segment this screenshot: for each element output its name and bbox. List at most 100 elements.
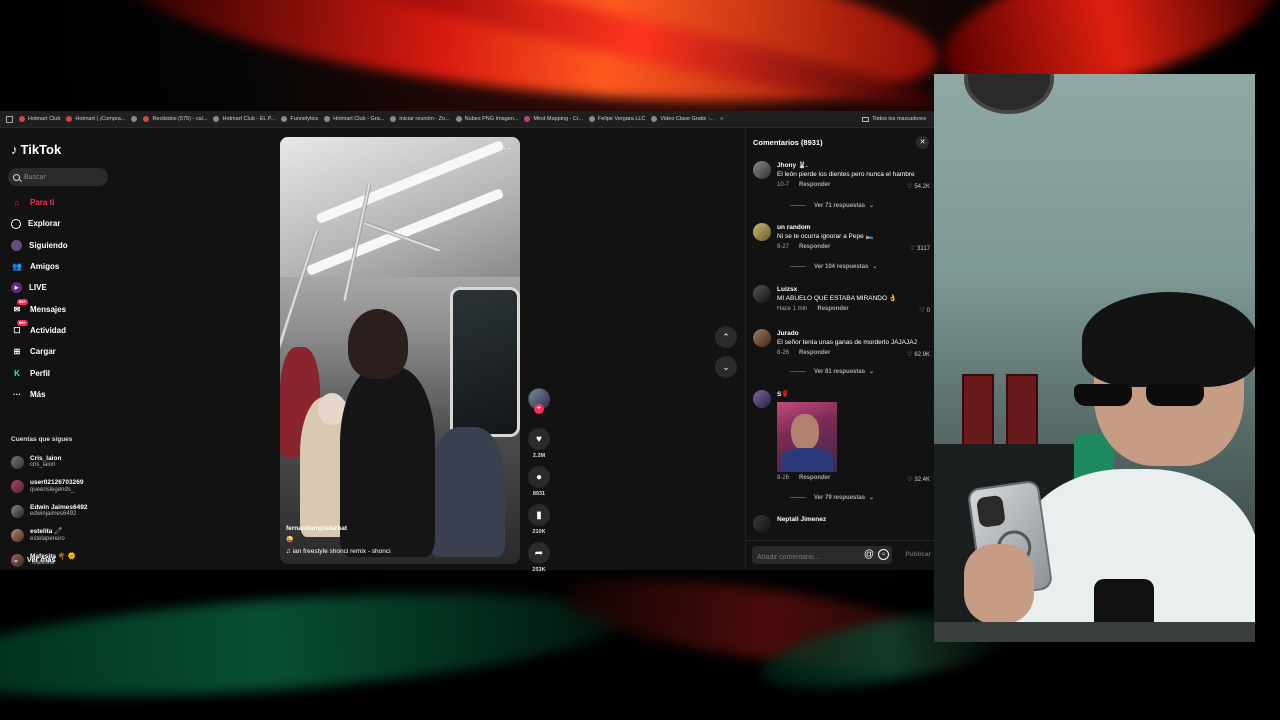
search-box[interactable] <box>8 168 108 186</box>
close-comments-button[interactable]: ✕ <box>916 136 929 149</box>
like-button[interactable]: ♥ <box>528 428 550 450</box>
hotmart-icon <box>66 116 73 122</box>
tiktok-logo[interactable]: ♪ TikTok <box>11 142 61 157</box>
avatar[interactable] <box>753 329 771 347</box>
nav-item-following[interactable]: Siguiendo <box>11 235 68 256</box>
compass-icon <box>11 218 21 229</box>
emoji-icon[interactable]: ☺ <box>878 549 889 560</box>
bookmark-10[interactable]: Felipe Vergara LLC <box>589 116 645 122</box>
share-count: 253K <box>532 567 546 573</box>
chevron-down-icon: ⌄ <box>869 495 875 501</box>
reply-button[interactable]: Responder <box>799 350 830 356</box>
nav-item-more[interactable]: ··· Más <box>11 384 68 405</box>
globe-icon <box>324 116 331 122</box>
avatar[interactable] <box>753 285 771 303</box>
mindmap-icon <box>524 116 531 122</box>
comment-like[interactable]: ♡ 54.2K <box>906 183 930 191</box>
comment-input-box[interactable]: @ ☺ <box>752 546 892 566</box>
bookmark-3[interactable]: Recibidos (575) - cal... <box>143 116 207 122</box>
bookmark-8[interactable]: Nubes PNG Imagen... <box>455 116 518 122</box>
browser-window: Hotmart Club Hotmart | ¡Compra... Recibi… <box>0 111 935 573</box>
all-bookmarks[interactable]: Todos los marcadores <box>862 116 934 122</box>
heart-outline-icon: ♡ <box>906 352 913 358</box>
next-video-button[interactable]: ⌄ <box>715 356 737 378</box>
comment-like[interactable]: ♡ 3117 <box>909 245 930 253</box>
avatar[interactable] <box>753 390 771 408</box>
nav-item-for-you[interactable]: ⌂ Para ti <box>11 192 68 213</box>
upload-icon: ⊞ <box>13 347 21 357</box>
save-count: 210K <box>532 529 546 535</box>
nav-item-explore[interactable]: Explorar <box>11 213 68 234</box>
bookmark-9[interactable]: Mind Mapping - Cr... <box>524 116 583 122</box>
view-replies[interactable]: Ver 104 respuestas ⌄ <box>790 263 877 271</box>
following-account[interactable]: estelita 🧷 estelapereiro <box>11 524 87 549</box>
comment-sticker-image[interactable] <box>777 402 837 472</box>
share-icon: ➦ <box>534 547 544 559</box>
following-account[interactable]: Edwin Jaimes6492 edwinjaimes6492 <box>11 499 87 524</box>
bookmark-6[interactable]: Hotmart Club - Gra... <box>324 116 384 122</box>
mention-icon[interactable]: @ <box>864 549 874 560</box>
nav-item-activity[interactable]: ☐ 99+ Actividad <box>11 320 68 341</box>
nav-item-live[interactable]: ▶ LIVE <box>11 277 68 298</box>
reply-button[interactable]: Responder <box>799 244 830 250</box>
comment-button[interactable]: ● <box>528 466 550 488</box>
view-replies[interactable]: Ver 81 respuestas ⌄ <box>790 368 874 376</box>
heart-outline-icon: ♡ <box>906 477 913 483</box>
video-author[interactable]: fernandamptafarhat <box>286 525 347 532</box>
view-replies[interactable]: Ver 79 respuestas ⌄ <box>790 494 875 502</box>
more-bookmarks-icon[interactable]: » <box>720 116 723 122</box>
globe-icon <box>281 116 288 122</box>
video-more-icon[interactable]: ··· <box>499 143 512 154</box>
avatar[interactable] <box>753 161 771 179</box>
bookmark-11[interactable]: Video Clase Gratis -... <box>651 116 714 122</box>
video-music[interactable]: ♫ ian freestyle shonci remix - shonci <box>286 548 391 555</box>
view-replies[interactable]: Ver 71 respuestas ⌄ <box>790 202 874 210</box>
chevron-up-icon: ⌃ <box>722 331 730 342</box>
post-comment-button[interactable]: Publicar <box>905 551 931 558</box>
follow-plus-icon[interactable]: + <box>534 404 544 414</box>
friends-icon: 👥 <box>12 262 22 272</box>
reply-button[interactable]: Responder <box>799 182 830 188</box>
previous-video-button[interactable]: ⌃ <box>715 326 737 348</box>
globe-icon <box>131 116 138 122</box>
nav-item-friends[interactable]: 👥 Amigos <box>11 256 68 277</box>
r-icon <box>651 116 658 122</box>
home-icon: ⌂ <box>14 198 20 208</box>
avatar[interactable] <box>753 223 771 241</box>
profile-icon: K <box>14 368 20 378</box>
see-more-button[interactable]: ⌄ Ver más <box>13 555 56 564</box>
share-button[interactable]: ➦ <box>528 542 550 564</box>
nav-item-upload[interactable]: ⊞ Cargar <box>11 341 68 362</box>
nav-item-profile[interactable]: K Perfil <box>11 362 68 383</box>
bookmark-5[interactable]: Funnelytics <box>281 116 318 122</box>
apps-grid-icon[interactable] <box>6 115 13 123</box>
reply-button[interactable]: Responder <box>817 306 848 312</box>
comment-input[interactable] <box>752 549 857 566</box>
bookmark-1[interactable]: Hotmart | ¡Compra... <box>66 116 125 122</box>
following-account[interactable]: Cris_laion cris_laion <box>11 450 87 475</box>
comment-like[interactable]: ♡ 32.4K <box>906 476 930 484</box>
bookmark-0[interactable]: Hotmart Club <box>19 116 60 122</box>
heart-outline-icon: ♡ <box>909 246 916 252</box>
main-nav: ⌂ Para ti Explorar Siguiendo 👥 Amigos ▶ LIV… <box>11 192 68 405</box>
following-title: Cuentas que sigues <box>11 436 73 443</box>
save-button[interactable]: ▮ <box>528 504 550 526</box>
bookmark-4[interactable]: Hotmart Club - EL P... <box>213 116 275 122</box>
nav-item-messages[interactable]: ✉ 99+ Mensajes <box>11 298 68 319</box>
video-player[interactable]: ··· fernandamptafarhat 😜 ♫ ian freestyle… <box>280 137 520 564</box>
chevron-down-icon: ⌄ <box>722 361 730 372</box>
video-frame <box>280 137 520 277</box>
search-input[interactable] <box>24 173 99 181</box>
comment-like[interactable]: ♡ 0 <box>919 307 930 315</box>
avatar <box>11 455 24 469</box>
comment-like[interactable]: ♡ 62.9K <box>906 351 930 359</box>
avatar[interactable] <box>753 515 771 533</box>
sidebar: ♪ TikTok ⌂Para ti Explorar Siguiendo 👥Am… <box>0 128 120 570</box>
heart-outline-icon: ♡ <box>906 184 913 190</box>
bookmark-7[interactable]: Iniciar reunión - Zo... <box>390 116 450 122</box>
bookmark-2[interactable] <box>131 116 138 122</box>
comment-count: 8931 <box>532 491 546 497</box>
following-account[interactable]: user02126703269 queenslegends_ <box>11 475 87 500</box>
bookmark-icon: ▮ <box>536 509 542 521</box>
reply-button[interactable]: Responder <box>799 475 830 481</box>
